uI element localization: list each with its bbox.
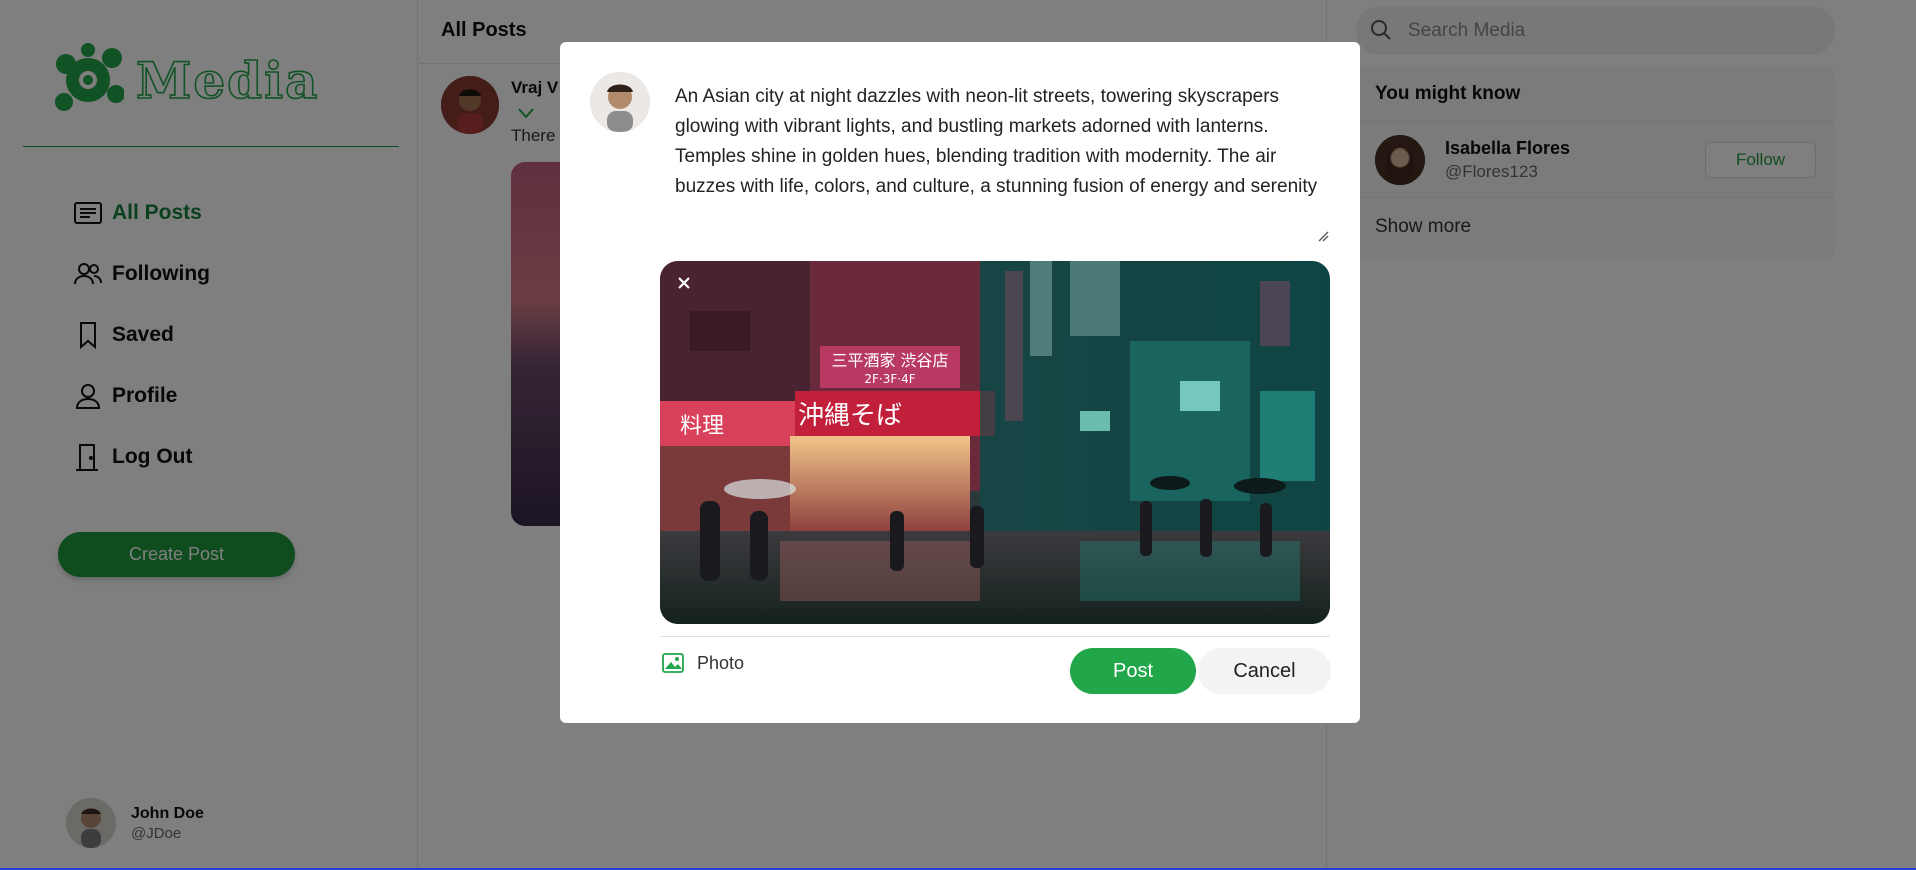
avatar [590, 72, 650, 132]
cancel-button[interactable]: Cancel [1198, 648, 1331, 694]
remove-photo-button[interactable] [671, 270, 697, 296]
add-photo-button[interactable]: Photo [662, 652, 744, 674]
sign-text-1: 三平酒家 渋谷店 [831, 351, 948, 370]
resize-grip-icon[interactable] [1317, 230, 1329, 242]
create-post-modal: An Asian city at night dazzles with neon… [560, 42, 1360, 723]
sign-text-2: 2F·3F·4F [864, 372, 915, 386]
night-street-photo: 三平酒家 渋谷店 2F·3F·4F 沖縄そば 料理 [660, 261, 1330, 624]
post-button[interactable]: Post [1070, 648, 1196, 694]
post-text-field[interactable]: An Asian city at night dazzles with neon… [663, 82, 1341, 248]
attached-photo: 三平酒家 渋谷店 2F·3F·4F 沖縄そば 料理 [660, 261, 1330, 624]
modal-divider [660, 636, 1330, 637]
sign-text-3: 沖縄そば [798, 401, 902, 431]
photo-label: Photo [697, 652, 745, 673]
image-icon [662, 653, 684, 673]
sign-text-4: 料理 [680, 414, 724, 439]
close-icon [678, 277, 690, 289]
